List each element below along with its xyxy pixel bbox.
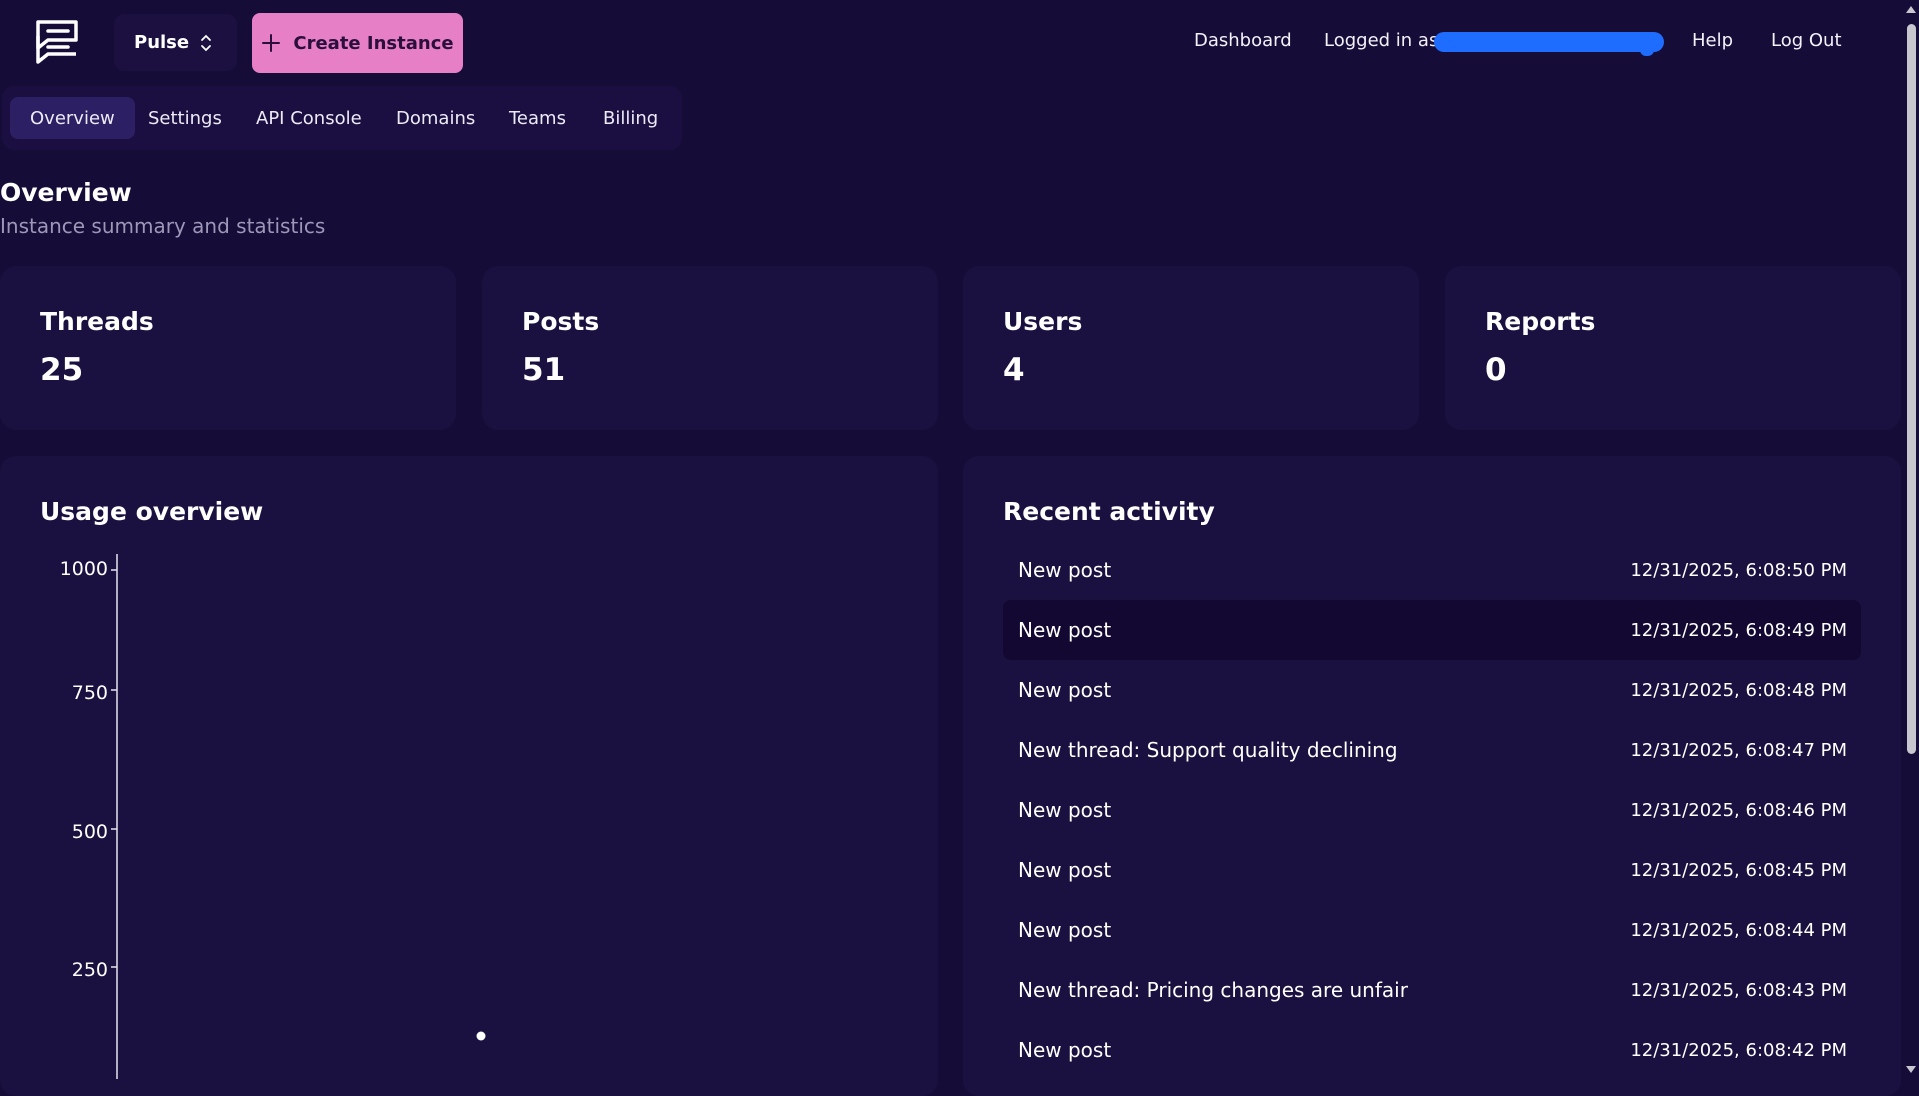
nav-dashboard-link[interactable]: Dashboard [1194, 30, 1292, 51]
app-logo-icon[interactable] [32, 18, 82, 66]
y-tick-label: 250 [71, 959, 108, 981]
activity-item-time: 12/31/2025, 6:08:47 PM [1630, 740, 1847, 761]
tab-domains[interactable]: Domains [376, 97, 495, 139]
stat-card-reports: Reports 0 [1445, 266, 1901, 430]
nav-logout-link[interactable]: Log Out [1771, 30, 1842, 51]
stat-value: 25 [40, 352, 84, 388]
usage-overview-title: Usage overview [40, 497, 264, 526]
tab-billing[interactable]: Billing [583, 97, 678, 139]
scroll-down-arrow-icon[interactable] [1905, 1065, 1917, 1075]
activity-item-text: New post [1018, 918, 1112, 942]
y-tick-label: 1000 [59, 558, 108, 580]
create-instance-button[interactable]: Create Instance [252, 13, 463, 73]
scroll-up-arrow-icon[interactable] [1905, 4, 1917, 14]
activity-item-text: New post [1018, 798, 1112, 822]
stat-card-posts: Posts 51 [482, 266, 938, 430]
stat-label: Reports [1485, 307, 1596, 336]
y-tick-label: 500 [71, 821, 108, 843]
stat-value: 0 [1485, 352, 1507, 388]
stat-label: Posts [522, 307, 600, 336]
activity-item-time: 12/31/2025, 6:08:44 PM [1630, 920, 1847, 941]
y-tick-label: 750 [71, 682, 108, 704]
plus-icon [262, 34, 281, 52]
activity-item-time: 12/31/2025, 6:08:45 PM [1630, 860, 1847, 881]
activity-item-text: New thread: Support quality declining [1018, 738, 1398, 762]
tab-settings[interactable]: Settings [128, 97, 242, 139]
redacted-username [1434, 32, 1664, 52]
activity-item-time: 12/31/2025, 6:08:43 PM [1630, 980, 1847, 1001]
usage-chart [111, 554, 486, 1079]
page-title: Overview [0, 178, 132, 207]
stat-card-users: Users 4 [963, 266, 1419, 430]
activity-item-time: 12/31/2025, 6:08:42 PM [1630, 1040, 1847, 1061]
activity-item-text: New post [1018, 558, 1112, 582]
instance-switcher[interactable]: Pulse [114, 14, 237, 71]
activity-item-time: 12/31/2025, 6:08:46 PM [1630, 800, 1847, 821]
stat-label: Users [1003, 307, 1083, 336]
activity-item-text: New post [1018, 678, 1112, 702]
instance-name: Pulse [134, 32, 190, 53]
activity-item-text: New post [1018, 1038, 1112, 1062]
recent-activity-title: Recent activity [1003, 497, 1215, 526]
activity-item-time: 12/31/2025, 6:08:49 PM [1630, 620, 1847, 641]
activity-item-text: New post [1018, 858, 1112, 882]
y-axis-ticks [111, 569, 117, 968]
stat-value: 4 [1003, 352, 1025, 388]
activity-item-time: 12/31/2025, 6:08:48 PM [1630, 680, 1847, 701]
nav-help-link[interactable]: Help [1692, 30, 1733, 51]
stat-label: Threads [40, 307, 154, 336]
chart-points [476, 1031, 486, 1041]
redacted-username-mark [1640, 38, 1654, 56]
stat-value: 51 [522, 352, 566, 388]
activity-item-time: 12/31/2025, 6:08:50 PM [1630, 560, 1847, 581]
tab-api-console[interactable]: API Console [236, 97, 382, 139]
stat-card-threads: Threads 25 [0, 266, 456, 430]
create-instance-label: Create Instance [293, 32, 454, 54]
page-subtitle: Instance summary and statistics [0, 214, 326, 238]
activity-item-text: New post [1018, 618, 1112, 642]
tab-teams[interactable]: Teams [489, 97, 586, 139]
chart-point [476, 1031, 486, 1041]
activity-item-text: New thread: Pricing changes are unfair [1018, 978, 1408, 1002]
logged-in-label: Logged in as [1324, 30, 1439, 51]
chevron-up-down-icon [201, 34, 212, 51]
scrollbar-thumb[interactable] [1907, 24, 1916, 754]
tab-overview[interactable]: Overview [10, 97, 135, 139]
